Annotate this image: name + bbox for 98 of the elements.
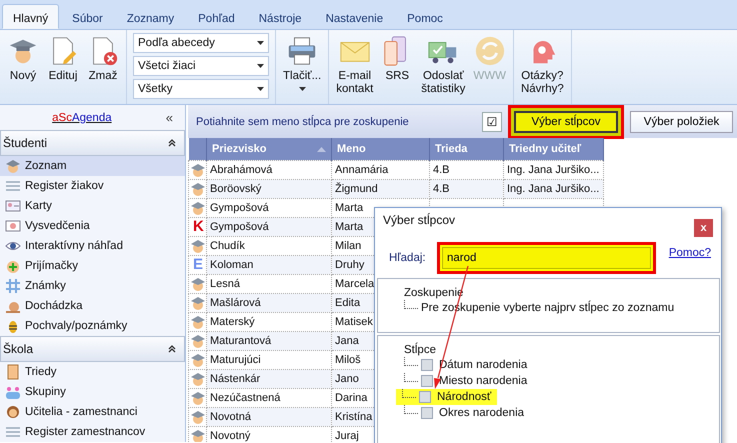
student-icon — [190, 390, 206, 406]
table-cell: Materský — [206, 312, 332, 331]
door-icon — [5, 364, 21, 380]
table-cell: 4.B — [430, 160, 504, 179]
student-icon — [190, 180, 206, 196]
sidebar-item[interactable]: Prijímačky — [0, 256, 185, 276]
status-letter: E — [192, 256, 204, 272]
checkbox[interactable] — [419, 391, 431, 403]
ribbon-button[interactable]: SRS — [378, 33, 416, 101]
ribbon-button[interactable]: Zmaž — [84, 33, 122, 101]
caret-icon — [257, 87, 264, 91]
table-cell: Gympošová — [206, 198, 332, 217]
grid-icon — [5, 278, 21, 294]
menu-tab[interactable]: Súbor — [61, 4, 114, 29]
sidebar-item[interactable]: Register žiakov — [0, 176, 185, 196]
certificate-icon — [5, 218, 21, 234]
sidebar-item[interactable]: Register zamestnancov — [0, 422, 185, 442]
table-cell: Chudík — [206, 236, 332, 255]
tree-node[interactable]: Národnosť — [437, 391, 492, 403]
table-cell: Nástenkár — [206, 369, 332, 388]
checkbox[interactable] — [421, 359, 433, 371]
menu-tab[interactable]: Hlavný — [2, 4, 60, 29]
student-icon — [190, 428, 206, 442]
collapse-icon — [168, 139, 176, 147]
student-icon — [190, 238, 206, 254]
table-cell: Abrahámová — [206, 160, 332, 179]
table-cell: Maturujúci — [206, 350, 332, 369]
table-cell: Annamária — [332, 160, 430, 179]
sidebar-item[interactable]: Triedy — [0, 362, 185, 382]
student-icon — [190, 294, 206, 310]
tree-node[interactable]: Okres narodenia — [439, 407, 524, 419]
sidebar-item[interactable]: Vysvedčenia — [0, 216, 185, 236]
help-link[interactable]: Pomoc? — [668, 247, 711, 259]
table-cell: Koloman — [206, 255, 332, 274]
toggle-button[interactable]: ☑ — [482, 112, 502, 132]
search-label: Hľadaj: — [389, 252, 427, 264]
close-button[interactable]: x — [694, 219, 713, 237]
table-cell: Mašlárová — [206, 293, 332, 312]
status-letter: K — [192, 218, 204, 234]
group-hint: Potiahnite sem meno stĺpca pre zoskupenie — [196, 116, 410, 128]
section-header[interactable]: Študenti — [0, 130, 185, 156]
student-icon — [190, 276, 206, 292]
menu-tab[interactable]: Nástroje — [248, 4, 313, 29]
sidebar-item[interactable]: Pochvaly/poznámky — [0, 316, 185, 336]
student-icon — [190, 370, 206, 386]
student-icon — [190, 352, 206, 368]
grid-button[interactable]: Výber položiek — [630, 110, 733, 132]
menu-tab[interactable]: Pohľad — [187, 4, 246, 29]
checkbox[interactable] — [421, 407, 433, 419]
table-cell: Boröovský — [206, 179, 332, 198]
search-field[interactable]: narod — [442, 247, 651, 269]
tree-node[interactable]: Miesto narodenia — [439, 375, 528, 387]
ribbon-button[interactable]: Edituj — [44, 33, 82, 101]
cap-icon — [5, 158, 21, 174]
checkbox[interactable] — [421, 375, 433, 387]
refresh-icon — [474, 35, 506, 67]
sidebar-item[interactable]: Interaktívny náhľad — [0, 236, 185, 256]
table-cell: Maturantová — [206, 331, 332, 350]
ribbon-button[interactable]: Odoslať štatistiky — [418, 33, 468, 101]
table-cell: Žigmund — [332, 179, 430, 198]
logo-link[interactable]: aScAgenda — [0, 112, 164, 124]
collapse-button[interactable]: « — [164, 110, 175, 125]
student-icon — [190, 162, 206, 178]
sidebar-item[interactable]: Karty — [0, 196, 185, 216]
caret-icon — [257, 41, 264, 45]
table-cell: Gympošová — [206, 217, 332, 236]
dropdown[interactable]: Všetky — [133, 79, 269, 99]
ribbon-button[interactable]: Otázky? Návrhy? — [518, 33, 567, 101]
sidebar-item[interactable]: Známky — [0, 276, 185, 296]
student-icon — [190, 332, 206, 348]
grid-button[interactable]: Výber stĺpcov — [514, 110, 618, 132]
sidebar-item[interactable]: Dochádzka — [0, 296, 185, 316]
table-cell: Ing. Jana Juršiko... — [504, 179, 604, 198]
table-cell: 4.B — [430, 179, 504, 198]
menu-tab[interactable]: Zoznamy — [116, 4, 186, 29]
student-icon — [190, 200, 206, 216]
section-header[interactable]: Škola — [0, 336, 185, 362]
menu-tab[interactable]: Nastavenie — [314, 4, 394, 29]
table-cell: Nezúčastnená — [206, 388, 332, 407]
collapse-icon — [168, 345, 176, 353]
ribbon-button[interactable]: E-mail kontakt — [333, 33, 376, 101]
column-header — [188, 138, 206, 160]
sidebar-item[interactable]: Zoznam — [0, 156, 185, 176]
student-icon — [190, 408, 206, 424]
table-cell: Ing. Jana Juršiko... — [504, 160, 604, 179]
table-cell: Novotná — [206, 407, 332, 426]
dropdown[interactable]: Podľa abecedy — [133, 33, 269, 53]
sidebar-item[interactable]: Skupiny — [0, 382, 185, 402]
table-cell: Lesná — [206, 274, 332, 293]
card-icon — [5, 198, 21, 214]
student-icon — [190, 314, 206, 330]
ribbon-button[interactable]: Nový — [4, 33, 42, 101]
caret-icon — [257, 64, 264, 68]
dropdown[interactable]: Všetci žiaci — [133, 56, 269, 76]
sidebar-item[interactable]: Učitelia - zamestnanci — [0, 402, 185, 422]
group-icon — [5, 384, 21, 400]
menu-tab[interactable]: Pomoc — [396, 4, 454, 29]
ribbon-button[interactable]: Tlačiť... — [280, 33, 324, 101]
